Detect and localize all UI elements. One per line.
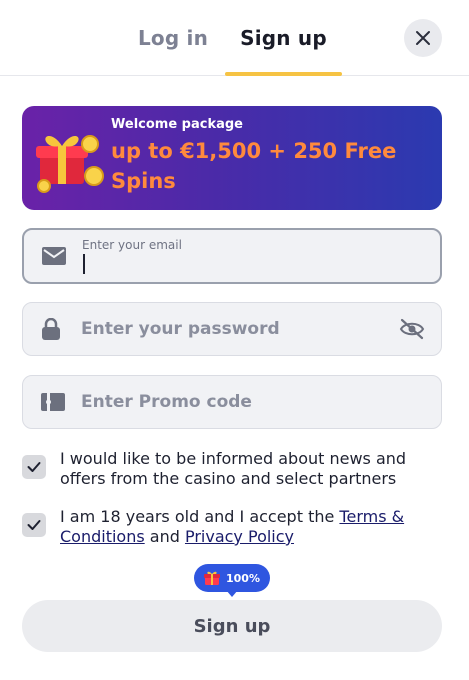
terms-prefix: I am 18 years old and I accept the (60, 507, 340, 526)
bonus-badge: 100% (194, 564, 270, 592)
password-input[interactable] (81, 303, 401, 355)
promo-card-icon (41, 393, 65, 411)
privacy-link[interactable]: Privacy Policy (185, 527, 294, 546)
checkmark-icon (27, 520, 41, 530)
promo-code-input[interactable] (81, 376, 401, 428)
banner-kicker: Welcome package (111, 117, 243, 132)
terms-and: and (144, 527, 185, 546)
lock-icon (42, 318, 60, 340)
banner-title: up to €1,500 + 250 Free Spins (111, 139, 397, 193)
email-field[interactable]: Enter your email (22, 228, 442, 284)
email-label: Enter your email (82, 238, 182, 252)
news-consent-text: I would like to be informed about news a… (60, 449, 407, 488)
welcome-banner: Welcome package up to €1,500 + 250 Free … (22, 106, 442, 210)
sign-up-button[interactable]: Sign up (22, 600, 442, 652)
close-button[interactable] (404, 19, 442, 57)
promo-code-field[interactable] (22, 375, 442, 429)
tab-login[interactable]: Log in (122, 26, 224, 76)
active-tab-underline (225, 72, 342, 76)
close-icon (416, 31, 430, 45)
mail-icon (42, 247, 66, 265)
terms-checkbox[interactable] (22, 513, 46, 537)
password-field[interactable] (22, 302, 442, 356)
gift-icon (36, 135, 104, 193)
bonus-badge-tip (226, 590, 238, 597)
terms-consent-text: I am 18 years old and I accept the Terms… (60, 507, 440, 547)
bonus-label: 100% (226, 571, 260, 585)
auth-tabs: Log in Sign up (0, 0, 469, 76)
gift-icon (204, 571, 220, 585)
text-cursor (83, 254, 85, 274)
checkmark-icon (27, 462, 41, 472)
tab-signup[interactable]: Sign up (225, 26, 342, 76)
news-checkbox[interactable] (22, 455, 46, 479)
eye-off-icon[interactable] (399, 318, 425, 340)
